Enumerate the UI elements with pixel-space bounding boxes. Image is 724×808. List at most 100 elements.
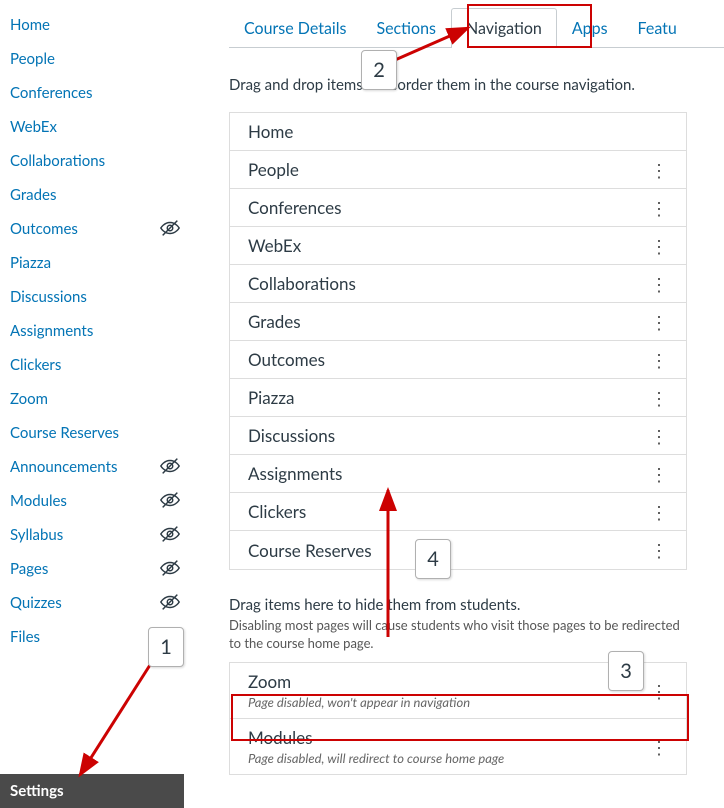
kebab-menu-icon[interactable]: ⋮ xyxy=(646,317,672,327)
hidden-section-title: Drag items here to hide them from studen… xyxy=(229,596,687,614)
nav-item-label: Discussions xyxy=(248,425,335,446)
nav-item-piazza[interactable]: Piazza ⋮ xyxy=(230,379,686,417)
nav-item-grades[interactable]: Grades ⋮ xyxy=(230,303,686,341)
instructions-text: Drag and drop items to reorder them in t… xyxy=(229,76,724,94)
sidebar-item-pages[interactable]: Pages xyxy=(10,552,195,586)
nav-item-assignments[interactable]: Assignments ⋮ xyxy=(230,455,686,493)
nav-item-label: Modules xyxy=(248,727,504,748)
nav-item-label: Assignments xyxy=(248,463,342,484)
sidebar-item-course-reserves[interactable]: Course Reserves xyxy=(10,416,195,450)
nav-item-collaborations[interactable]: Collaborations ⋮ xyxy=(230,265,686,303)
sidebar-item-clickers[interactable]: Clickers xyxy=(10,348,195,382)
sidebar-item-grades[interactable]: Grades xyxy=(10,178,195,212)
nav-item-webex[interactable]: WebEx ⋮ xyxy=(230,227,686,265)
sidebar-item-zoom[interactable]: Zoom xyxy=(10,382,195,416)
hidden-eye-icon xyxy=(159,591,181,616)
sidebar-link[interactable]: Discussions xyxy=(10,288,87,306)
sidebar-item-syllabus[interactable]: Syllabus xyxy=(10,518,195,552)
sidebar-link[interactable]: Collaborations xyxy=(10,152,105,170)
nav-item-label: Collaborations xyxy=(248,273,356,294)
hidden-eye-icon xyxy=(159,625,181,650)
nav-item-label: Zoom xyxy=(248,671,470,692)
sidebar-link[interactable]: Conferences xyxy=(10,84,92,102)
nav-item-label: Home xyxy=(248,121,293,142)
nav-item-home[interactable]: Home xyxy=(230,113,686,151)
sidebar-item-outcomes[interactable]: Outcomes xyxy=(10,212,195,246)
sidebar-link[interactable]: Course Reserves xyxy=(10,424,119,442)
sidebar-item-collaborations[interactable]: Collaborations xyxy=(10,144,195,178)
sidebar-link[interactable]: Syllabus xyxy=(10,526,63,544)
tab-sections[interactable]: Sections xyxy=(361,8,451,48)
sidebar-item-announcements[interactable]: Announcements xyxy=(10,450,195,484)
main-content: Course DetailsSectionsNavigationAppsFeat… xyxy=(195,0,724,808)
hidden-nav-list: ZoomPage disabled, won't appear in navig… xyxy=(229,662,687,775)
sidebar-link[interactable]: Modules xyxy=(10,492,67,510)
hidden-nav-section: Drag items here to hide them from studen… xyxy=(229,596,687,775)
kebab-menu-icon[interactable]: ⋮ xyxy=(646,742,672,752)
kebab-menu-icon[interactable]: ⋮ xyxy=(646,431,672,441)
nav-item-label: Grades xyxy=(248,311,301,332)
hidden-eye-icon xyxy=(159,523,181,548)
tab-course-details[interactable]: Course Details xyxy=(229,8,361,48)
sidebar-item-webex[interactable]: WebEx xyxy=(10,110,195,144)
kebab-menu-icon[interactable]: ⋮ xyxy=(646,165,672,175)
sidebar-item-files[interactable]: Files xyxy=(10,620,195,654)
sidebar-link[interactable]: Pages xyxy=(10,560,48,578)
nav-item-label: Piazza xyxy=(248,387,295,408)
sidebar-item-assignments[interactable]: Assignments xyxy=(10,314,195,348)
hidden-nav-item-zoom[interactable]: ZoomPage disabled, won't appear in navig… xyxy=(230,663,686,719)
sidebar-item-modules[interactable]: Modules xyxy=(10,484,195,518)
kebab-menu-icon[interactable]: ⋮ xyxy=(646,507,672,517)
nav-item-discussions[interactable]: Discussions ⋮ xyxy=(230,417,686,455)
nav-item-outcomes[interactable]: Outcomes ⋮ xyxy=(230,341,686,379)
sidebar: Home People Conferences WebEx Collaborations… xyxy=(0,0,195,808)
hidden-section-subtitle: Disabling most pages will cause students… xyxy=(229,616,687,652)
tab-apps[interactable]: Apps xyxy=(557,8,623,48)
sidebar-item-conferences[interactable]: Conferences xyxy=(10,76,195,110)
sidebar-link[interactable]: Assignments xyxy=(10,322,93,340)
sidebar-link[interactable]: Quizzes xyxy=(10,594,62,612)
sidebar-link[interactable]: People xyxy=(10,50,55,68)
hidden-eye-icon xyxy=(159,455,181,480)
kebab-menu-icon[interactable]: ⋮ xyxy=(646,241,672,251)
nav-item-label: Conferences xyxy=(248,197,341,218)
hidden-eye-icon xyxy=(159,489,181,514)
enabled-nav-list: HomePeople⋮Conferences⋮WebEx⋮Collaborati… xyxy=(229,112,687,570)
nav-item-clickers[interactable]: Clickers ⋮ xyxy=(230,493,686,531)
sidebar-item-home[interactable]: Home xyxy=(10,8,195,42)
nav-item-people[interactable]: People ⋮ xyxy=(230,151,686,189)
kebab-menu-icon[interactable]: ⋮ xyxy=(646,393,672,403)
nav-item-conferences[interactable]: Conferences ⋮ xyxy=(230,189,686,227)
sidebar-item-people[interactable]: People xyxy=(10,42,195,76)
kebab-menu-icon[interactable]: ⋮ xyxy=(646,686,672,696)
sidebar-link[interactable]: Announcements xyxy=(10,458,117,476)
nav-item-label: Outcomes xyxy=(248,349,325,370)
nav-item-label: WebEx xyxy=(248,235,301,256)
sidebar-link[interactable]: Files xyxy=(10,628,40,646)
sidebar-link[interactable]: Zoom xyxy=(10,390,48,408)
sidebar-link[interactable]: Grades xyxy=(10,186,56,204)
hidden-nav-item-modules[interactable]: ModulesPage disabled, will redirect to c… xyxy=(230,719,686,774)
sidebar-item-discussions[interactable]: Discussions xyxy=(10,280,195,314)
sidebar-link[interactable]: Clickers xyxy=(10,356,61,374)
tab-navigation[interactable]: Navigation xyxy=(451,8,557,48)
nav-item-label: Course Reserves xyxy=(248,540,372,561)
sidebar-link[interactable]: Piazza xyxy=(10,254,51,272)
nav-item-course-reserves[interactable]: Course Reserves ⋮ xyxy=(230,531,686,569)
kebab-menu-icon[interactable]: ⋮ xyxy=(646,355,672,365)
sidebar-item-settings[interactable]: Settings xyxy=(0,774,184,808)
kebab-menu-icon[interactable]: ⋮ xyxy=(646,203,672,213)
tab-featu[interactable]: Featu xyxy=(623,8,692,48)
nav-item-label: Clickers xyxy=(248,501,306,522)
nav-item-label: People xyxy=(248,159,299,180)
kebab-menu-icon[interactable]: ⋮ xyxy=(646,545,672,555)
kebab-menu-icon[interactable]: ⋮ xyxy=(646,469,672,479)
settings-tabs: Course DetailsSectionsNavigationAppsFeat… xyxy=(229,6,724,48)
sidebar-link[interactable]: Outcomes xyxy=(10,220,78,238)
sidebar-link[interactable]: WebEx xyxy=(10,118,57,136)
hidden-eye-icon xyxy=(159,557,181,582)
kebab-menu-icon[interactable]: ⋮ xyxy=(646,279,672,289)
sidebar-item-quizzes[interactable]: Quizzes xyxy=(10,586,195,620)
sidebar-item-piazza[interactable]: Piazza xyxy=(10,246,195,280)
sidebar-link[interactable]: Home xyxy=(10,16,50,34)
